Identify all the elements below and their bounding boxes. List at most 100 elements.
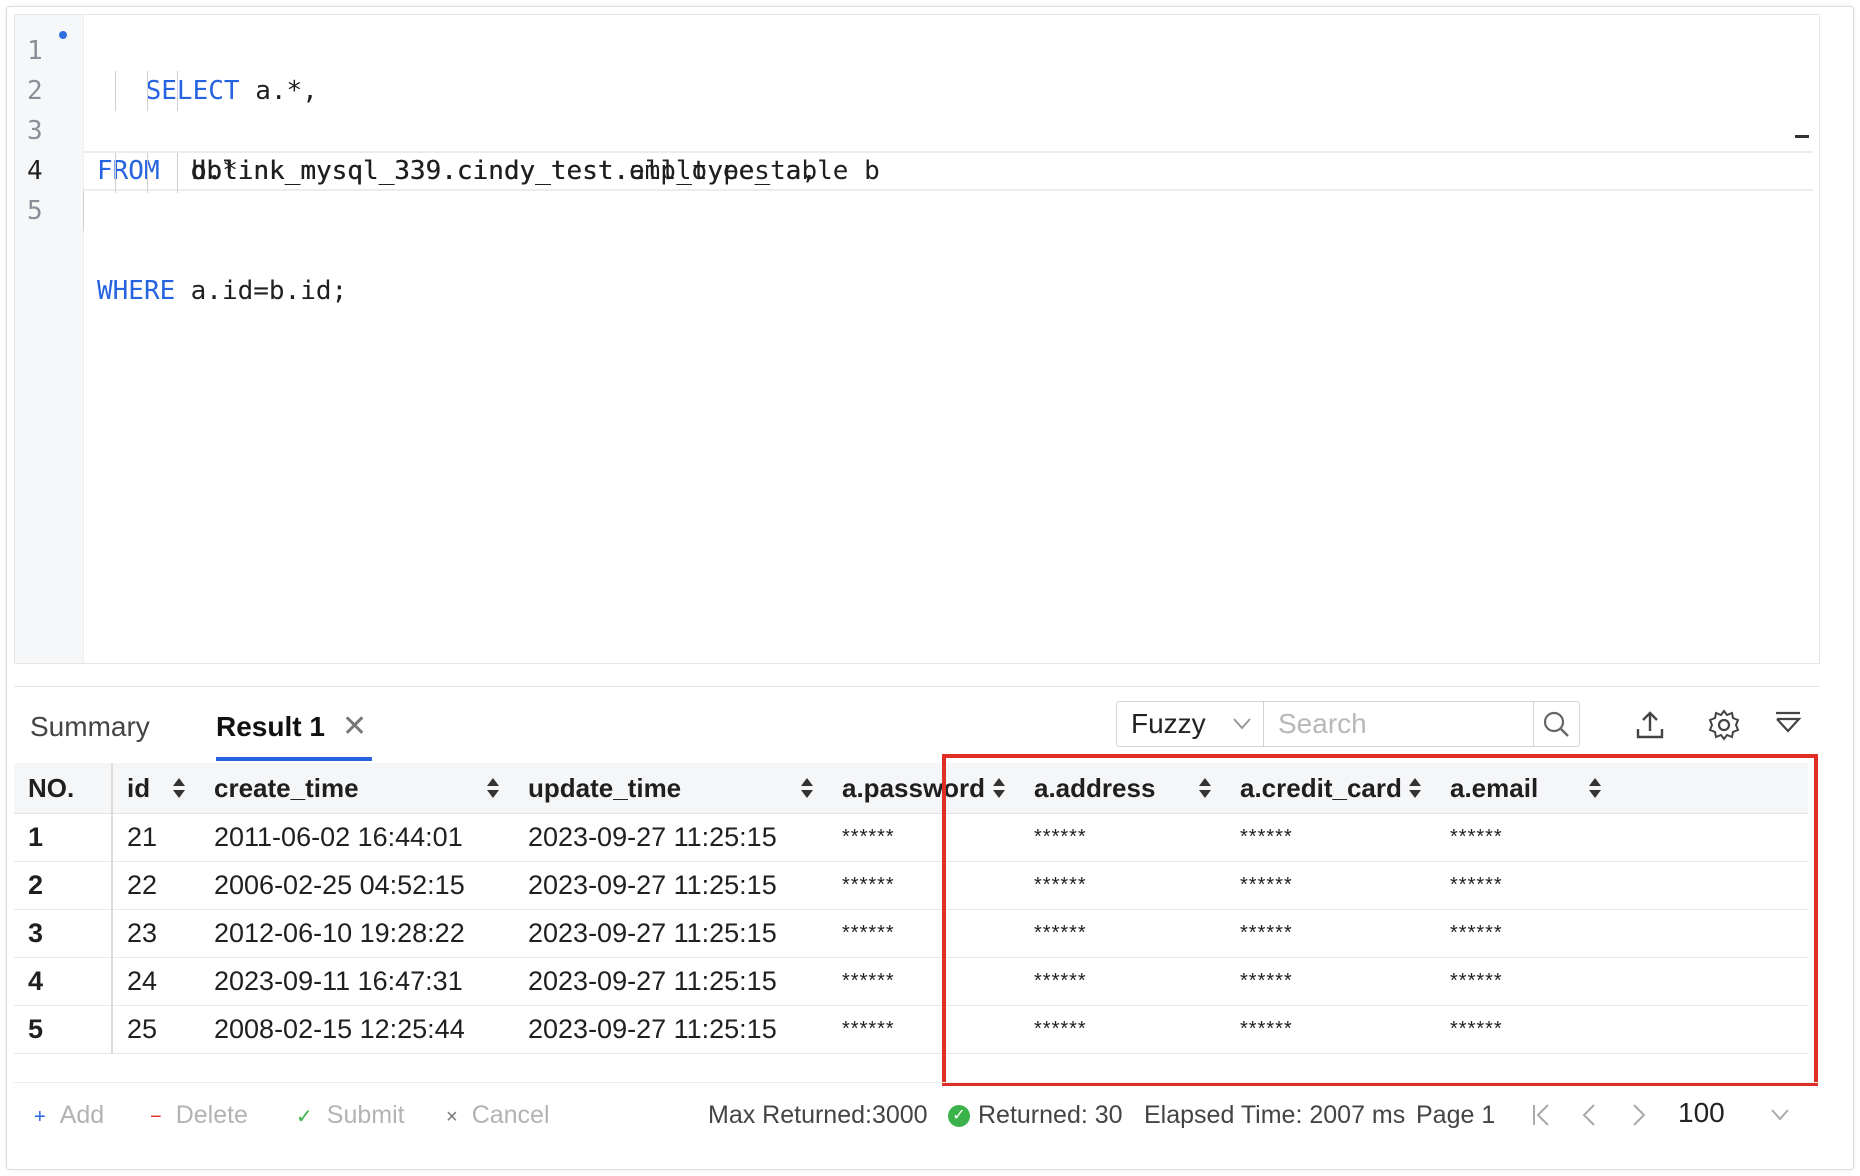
line-number: 1 [27, 36, 43, 66]
cell-id[interactable]: 23 [112, 909, 200, 958]
cell-id[interactable]: 25 [112, 1005, 200, 1054]
returned-status: ✓ Returned: 30 [948, 1097, 1123, 1133]
cell-no: 1 [14, 813, 113, 862]
code-line-3[interactable]: FROM dblink_mysql_339.cindy_test.employe… [83, 111, 1813, 186]
sql-editor[interactable]: 1 2 3 4 5 SELECT a.*, b.* FROM dblink_my… [14, 14, 1820, 664]
table-row[interactable]: 5 25 2008-02-15 12:25:44 2023-09-27 11:2… [14, 1005, 1808, 1054]
delete-row-button[interactable]: − Delete [150, 1097, 248, 1133]
cell-update-time[interactable]: 2023-09-27 11:25:15 [514, 861, 828, 910]
tab-summary[interactable]: Summary [30, 707, 150, 747]
cell-password[interactable]: ****** [828, 861, 1020, 910]
cell-address[interactable]: ****** [1020, 813, 1226, 862]
line-number: 3 [27, 116, 43, 146]
match-mode-value: Fuzzy [1131, 708, 1206, 739]
cell-create-time[interactable]: 2006-02-25 04:52:15 [200, 861, 514, 910]
cell-id[interactable]: 21 [112, 813, 200, 862]
column-header-update-time[interactable]: update_time [514, 763, 829, 814]
breakpoint-dot-icon[interactable] [59, 31, 67, 39]
sort-icon[interactable] [800, 776, 814, 800]
cell-address[interactable]: ****** [1020, 861, 1226, 910]
search-input[interactable]: Search [1264, 701, 1534, 747]
cell-create-time[interactable]: 2023-09-11 16:47:31 [200, 957, 514, 1006]
gear-icon[interactable] [1706, 707, 1742, 743]
tab-result-1[interactable]: Result 1 [216, 707, 325, 747]
column-header-email[interactable]: a.email [1436, 763, 1808, 814]
table-row[interactable]: 2 22 2006-02-25 04:52:15 2023-09-27 11:2… [14, 861, 1808, 910]
minus-icon: − [150, 1106, 162, 1128]
results-panel: Summary Result 1 ✕ Fuzzy Search NO. id c… [14, 686, 1820, 1146]
sort-icon[interactable] [992, 776, 1006, 800]
cell-id[interactable]: 24 [112, 957, 200, 1006]
sort-icon[interactable] [486, 776, 500, 800]
chevron-down-icon[interactable] [1768, 1097, 1792, 1133]
cell-email[interactable]: ****** [1436, 813, 1808, 862]
cell-update-time[interactable]: 2023-09-27 11:25:15 [514, 909, 828, 958]
sort-icon[interactable] [1588, 776, 1602, 800]
search-button[interactable] [1534, 701, 1580, 747]
code-line-2[interactable]: b.* [83, 71, 1813, 186]
close-tab-icon[interactable]: ✕ [342, 707, 367, 747]
cell-create-time[interactable]: 2012-06-10 19:28:22 [200, 909, 514, 958]
column-header-password[interactable]: a.password [828, 763, 1021, 814]
cell-address[interactable]: ****** [1020, 957, 1226, 1006]
cell-create-time[interactable]: 2008-02-15 12:25:44 [200, 1005, 514, 1054]
check-icon: ✓ [296, 1106, 313, 1128]
cell-address[interactable]: ****** [1020, 1005, 1226, 1054]
match-mode-select[interactable]: Fuzzy [1116, 701, 1264, 747]
result-footer: + Add − Delete ✓ Submit × Cancel Max Returne… [14, 1082, 1820, 1146]
cell-credit-card[interactable]: ****** [1226, 909, 1436, 958]
cell-credit-card[interactable]: ****** [1226, 861, 1436, 910]
search-icon [1543, 711, 1569, 737]
result-grid[interactable]: NO. id create_time update_time a.passwor… [14, 763, 1808, 1083]
column-header-credit-card[interactable]: a.credit_card [1226, 763, 1437, 814]
cell-email[interactable]: ****** [1436, 957, 1808, 1006]
code-text: a.id=b.id; [175, 276, 348, 306]
cell-password[interactable]: ****** [828, 1005, 1020, 1054]
cell-password[interactable]: ****** [828, 909, 1020, 958]
cell-password[interactable]: ****** [828, 957, 1020, 1006]
table-row[interactable]: 1 21 2011-06-02 16:44:01 2023-09-27 11:2… [14, 813, 1808, 862]
cancel-button[interactable]: × Cancel [446, 1097, 550, 1133]
cell-address[interactable]: ****** [1020, 909, 1226, 958]
editor-gutter: 1 2 3 4 5 [15, 15, 84, 663]
code-line-4[interactable]: dblink_mysql_339.cindy_test.all_type_tab… [83, 151, 1813, 193]
column-header-id[interactable]: id [112, 763, 201, 814]
page-label: Page 1 [1416, 1101, 1496, 1129]
cell-email[interactable]: ****** [1436, 1005, 1808, 1054]
table-row[interactable]: 3 23 2012-06-10 19:28:22 2023-09-27 11:2… [14, 909, 1808, 958]
cell-no: 3 [14, 909, 113, 958]
cell-credit-card[interactable]: ****** [1226, 813, 1436, 862]
add-row-button[interactable]: + Add [34, 1097, 104, 1133]
cell-id[interactable]: 22 [112, 861, 200, 910]
column-header-create-time[interactable]: create_time [200, 763, 515, 814]
cell-email[interactable]: ****** [1436, 909, 1808, 958]
cell-update-time[interactable]: 2023-09-27 11:25:15 [514, 957, 828, 1006]
code-text: dblink_mysql_339.cindy_test.all_type_tab… [191, 156, 880, 186]
cell-email[interactable]: ****** [1436, 861, 1808, 910]
cell-create-time[interactable]: 2011-06-02 16:44:01 [200, 813, 514, 862]
code-line-1[interactable]: SELECT a.*, [83, 31, 1813, 106]
code-line-5[interactable]: WHERE a.id=b.id; [83, 191, 1813, 306]
sort-icon[interactable] [1198, 776, 1212, 800]
chevron-down-icon [1231, 702, 1253, 761]
export-icon[interactable] [1632, 707, 1668, 743]
next-page-icon[interactable] [1626, 1097, 1650, 1133]
sort-icon[interactable] [172, 776, 186, 800]
line-number: 2 [27, 76, 43, 106]
submit-button[interactable]: ✓ Submit [296, 1097, 405, 1133]
cell-update-time[interactable]: 2023-09-27 11:25:15 [514, 813, 828, 862]
cell-password[interactable]: ****** [828, 813, 1020, 862]
success-check-icon: ✓ [948, 1105, 970, 1128]
cell-credit-card[interactable]: ****** [1226, 1005, 1436, 1054]
cell-credit-card[interactable]: ****** [1226, 957, 1436, 1006]
page-size-select[interactable]: 100 [1678, 1095, 1725, 1131]
table-row[interactable]: 4 24 2023-09-11 16:47:31 2023-09-27 11:2… [14, 957, 1808, 1006]
prev-page-icon[interactable] [1578, 1097, 1602, 1133]
sort-icon[interactable] [1408, 776, 1422, 800]
overview-ruler-marker [1795, 135, 1809, 138]
cell-update-time[interactable]: 2023-09-27 11:25:15 [514, 1005, 828, 1054]
column-header-address[interactable]: a.address [1020, 763, 1227, 814]
collapse-panel-icon[interactable] [1770, 707, 1806, 743]
first-page-icon[interactable] [1530, 1097, 1554, 1133]
line-number: 5 [27, 196, 43, 226]
